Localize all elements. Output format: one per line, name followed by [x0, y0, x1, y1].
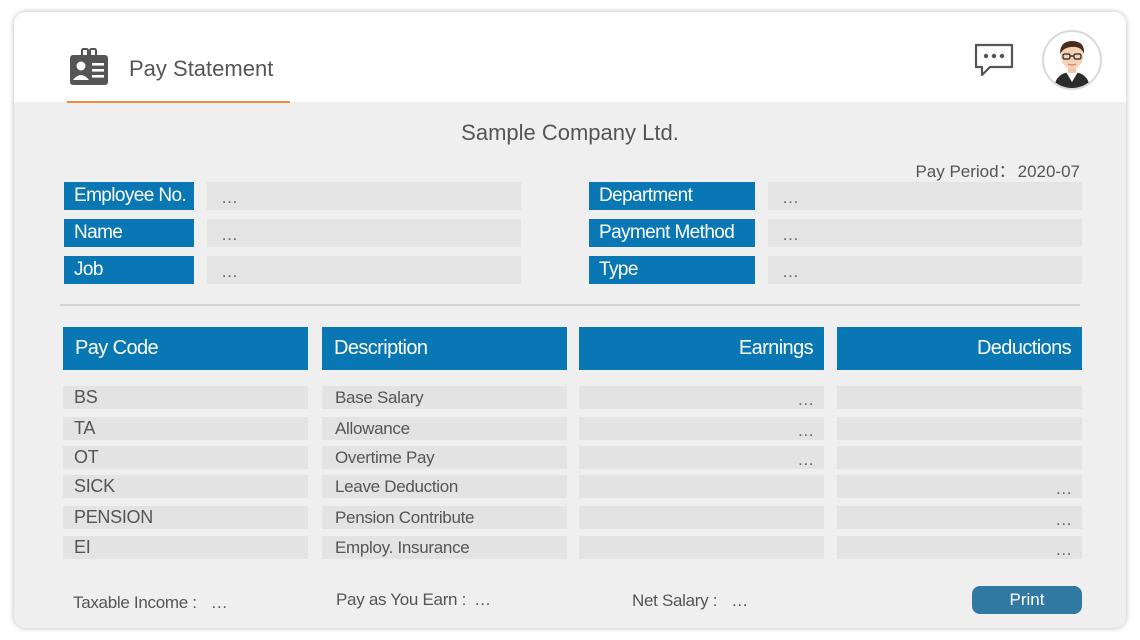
- tab-pay-statement[interactable]: Pay Statement: [67, 42, 290, 103]
- department-label: Department: [589, 182, 755, 210]
- cell-deductions: [837, 446, 1082, 469]
- department-field: …: [768, 182, 1082, 210]
- column-header-deductions: Deductions: [837, 327, 1082, 370]
- user-avatar-icon: [1054, 41, 1090, 88]
- pay-period: Pay Period： 2020-07: [913, 157, 1080, 182]
- net-salary-value: …: [731, 591, 748, 610]
- cell-deductions: …: [837, 506, 1082, 529]
- paye-value: …: [474, 590, 491, 609]
- employee-no-label: Employee No.: [64, 182, 194, 210]
- column-header-pay-code: Pay Code: [63, 327, 308, 370]
- cell-pay-code: BS: [63, 386, 308, 409]
- cell-earnings: [579, 475, 824, 498]
- paye-label: Pay as You Earn :: [336, 590, 467, 609]
- pay-statement-card: Pay Statement Sample Company Ltd. Pay Pe…: [14, 12, 1126, 628]
- cell-description: Overtime Pay: [322, 446, 567, 469]
- cell-deductions: [837, 386, 1082, 409]
- cell-pay-code: EI: [63, 536, 308, 559]
- taxable-income-value: …: [210, 593, 228, 612]
- cell-pay-code: OT: [63, 446, 308, 469]
- cell-earnings: …: [579, 386, 824, 409]
- name-label: Name: [64, 219, 194, 247]
- job-label: Job: [64, 256, 194, 284]
- cell-earnings: …: [579, 417, 824, 440]
- cell-deductions: …: [837, 475, 1082, 498]
- job-field: …: [207, 256, 521, 284]
- cell-pay-code: SICK: [63, 475, 308, 498]
- taxable-income-label: Taxable Income :: [73, 593, 197, 612]
- payment-method-field: …: [768, 219, 1082, 247]
- cell-pay-code: PENSION: [63, 506, 308, 529]
- cell-deductions: [837, 417, 1082, 440]
- type-field: …: [768, 256, 1082, 284]
- cell-deductions: …: [837, 536, 1082, 559]
- cell-earnings: …: [579, 446, 824, 469]
- net-salary-label: Net Salary :: [632, 591, 718, 610]
- cell-description: Pension Contribute: [322, 506, 567, 529]
- column-header-earnings: Earnings: [579, 327, 824, 370]
- employee-no-field: …: [207, 182, 521, 210]
- type-label: Type: [589, 256, 755, 284]
- cell-description: Employ. Insurance: [322, 536, 567, 559]
- cell-description: Allowance: [322, 417, 567, 440]
- pay-period-label: Pay Period：: [915, 162, 1016, 181]
- pay-as-you-earn: Pay as You Earn : …: [336, 590, 491, 610]
- company-name: Sample Company Ltd.: [461, 120, 679, 145]
- column-header-description: Description: [322, 327, 567, 370]
- pay-period-value: 2020-07: [1017, 162, 1080, 181]
- user-avatar[interactable]: [1042, 30, 1102, 90]
- net-salary: Net Salary : …: [632, 591, 748, 611]
- header-bar: Pay Statement: [14, 12, 1126, 103]
- name-field: …: [207, 219, 521, 247]
- cell-description: Base Salary: [322, 386, 567, 409]
- payment-method-label: Payment Method: [589, 219, 755, 247]
- cell-earnings: [579, 536, 824, 559]
- chat-bubble-icon[interactable]: [974, 42, 1014, 78]
- print-button[interactable]: Print: [972, 586, 1082, 614]
- taxable-income: Taxable Income : …: [73, 593, 228, 613]
- section-divider: [60, 304, 1080, 306]
- employee-id-card-icon: [70, 48, 108, 85]
- cell-earnings: [579, 506, 824, 529]
- page-title: Pay Statement: [129, 56, 274, 81]
- cell-description: Leave Deduction: [322, 475, 567, 498]
- cell-pay-code: TA: [63, 417, 308, 440]
